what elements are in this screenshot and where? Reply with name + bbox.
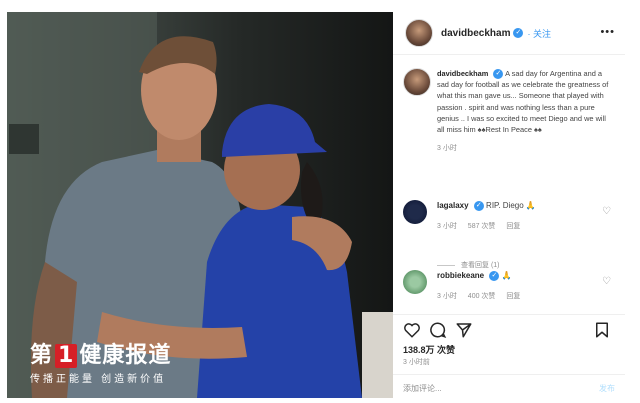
comment-likes[interactable]: 400 次赞 (468, 293, 496, 300)
comment-item: lagalaxy ✓ RIP. Diego 🙏 3 小时 587 次赞 回复 ♡ (403, 200, 615, 231)
caption-avatar[interactable] (403, 68, 431, 96)
comment-text: 🙏 (501, 271, 512, 280)
like-comment-heart-icon[interactable]: ♡ (602, 206, 611, 217)
likes-count[interactable]: 138.8万 次赞 (403, 343, 455, 356)
reply-button[interactable]: 回复 (506, 293, 520, 300)
caption-text: A sad day for Argentina and a sad day fo… (437, 69, 609, 135)
caption-time: 3 小时 (437, 145, 457, 153)
follow-button[interactable]: · 关注 (527, 27, 551, 40)
post-comment-button[interactable]: 发布 (599, 383, 615, 394)
verified-badge-icon: ✓ (513, 28, 524, 38)
post-time: 3 小时前 (403, 359, 430, 366)
verified-badge-icon: ✓ (489, 270, 500, 281)
screenshot-frame: 第 1 健康报道 传播正能量 创造新价值 davidbeckham ✓ · 关注 •… (0, 0, 640, 403)
reply-button[interactable]: 回复 (506, 223, 520, 230)
author-avatar[interactable] (405, 19, 433, 47)
commenter-avatar[interactable] (403, 270, 427, 294)
replies-divider (437, 264, 455, 266)
brand-watermark: 第 1 健康报道 传播正能量 创造新价值 (30, 343, 172, 386)
post-header: davidbeckham ✓ · 关注 ••• (393, 12, 625, 55)
comment-icon[interactable] (429, 321, 447, 339)
view-replies-link[interactable]: 查看回复 (1) (437, 260, 500, 270)
action-bar (393, 314, 625, 343)
comment-username[interactable]: lagalaxy (437, 201, 469, 210)
post-photo[interactable] (7, 12, 393, 398)
more-horizontal-icon[interactable]: ••• (600, 26, 615, 38)
commenter-avatar[interactable] (403, 200, 427, 224)
photo-illustration (7, 12, 393, 398)
comment-username[interactable]: robbiekeane (437, 271, 484, 280)
bookmark-icon[interactable] (593, 321, 611, 339)
brand-subtitle: 传播正能量 创造新价值 (30, 374, 167, 385)
comment-likes[interactable]: 587 次赞 (468, 223, 496, 230)
add-comment-bar: 添加评论... 发布 (393, 374, 625, 399)
post-sidebar: davidbeckham ✓ · 关注 ••• davidbeckham ✓ A… (393, 12, 625, 398)
like-comment-heart-icon[interactable]: ♡ (602, 276, 611, 287)
heart-icon[interactable] (403, 321, 421, 339)
add-comment-input[interactable]: 添加评论... (403, 383, 442, 394)
comment-time: 3 小时 (437, 293, 457, 300)
comment-time: 3 小时 (437, 223, 457, 230)
comment-item: robbiekeane ✓ 🙏 3 小时 400 次赞 回复 ♡ (403, 270, 615, 301)
view-replies-label: 查看回复 (1) (461, 262, 500, 269)
post-caption: davidbeckham ✓ A sad day for Argentina a… (403, 68, 615, 154)
comment-text: RIP. Diego 🙏 (486, 201, 536, 210)
verified-badge-icon: ✓ (493, 69, 504, 80)
header-username[interactable]: davidbeckham (441, 28, 510, 39)
share-icon[interactable] (455, 321, 473, 339)
verified-badge-icon: ✓ (473, 200, 484, 211)
brand-title: 第 1 健康报道 (30, 343, 172, 368)
caption-username[interactable]: davidbeckham (437, 69, 488, 78)
